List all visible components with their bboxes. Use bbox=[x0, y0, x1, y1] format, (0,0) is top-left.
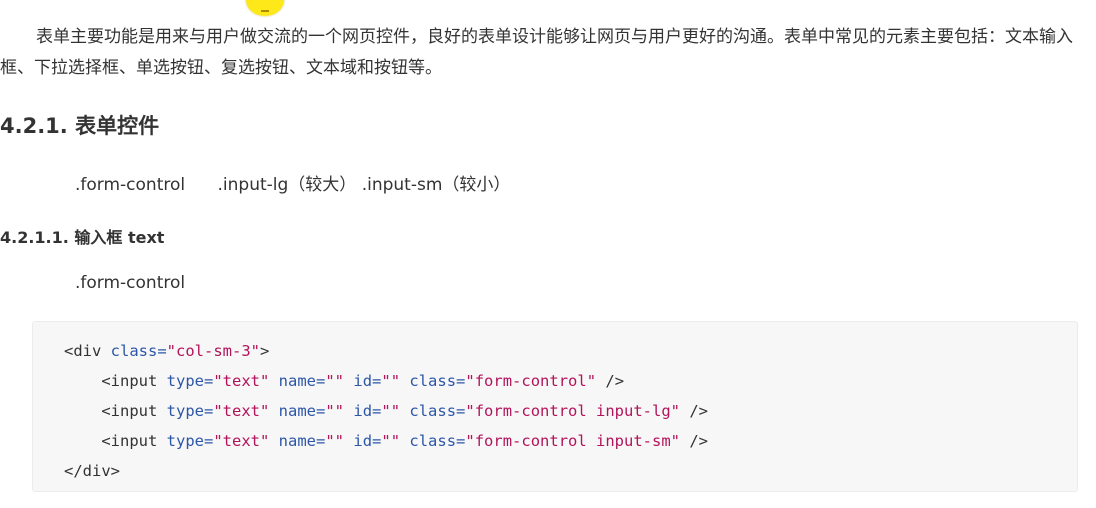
code-token-tag: </div> bbox=[64, 462, 120, 480]
code-token-tag bbox=[269, 372, 278, 390]
code-token-attr: id= bbox=[353, 372, 382, 390]
code-token-str: "text" bbox=[213, 432, 270, 450]
code-token-tag: <input bbox=[64, 372, 167, 390]
code-content: <div class="col-sm-3"> <input type="text… bbox=[64, 336, 708, 486]
code-token-str: "" bbox=[325, 402, 345, 420]
code-token-str: "" bbox=[325, 372, 345, 390]
intro-paragraph: 表单主要功能是用来与用户做交流的一个网页控件，良好的表单设计能够让网页与用户更好… bbox=[0, 27, 1073, 78]
code-token-str: "form-control input-sm" bbox=[465, 432, 681, 450]
code-token-tag: <input bbox=[64, 402, 167, 420]
code-token-str: "text" bbox=[213, 372, 270, 390]
code-token-attr: name= bbox=[278, 432, 326, 450]
code-token-tag bbox=[344, 402, 353, 420]
code-line: <input type="text" name="" id="" class="… bbox=[64, 396, 708, 426]
code-token-attr: type= bbox=[166, 432, 214, 450]
cursor-highlight-icon bbox=[246, 0, 284, 16]
code-token-tag bbox=[344, 432, 353, 450]
code-line: <input type="text" name="" id="" class="… bbox=[64, 426, 708, 456]
code-token-tag bbox=[400, 432, 409, 450]
code-token-tag: <div bbox=[64, 342, 111, 360]
code-token-str: "" bbox=[381, 402, 401, 420]
code-token-attr: class= bbox=[409, 372, 466, 390]
code-token-str: "col-sm-3" bbox=[166, 342, 260, 360]
code-token-tag: <input bbox=[64, 432, 167, 450]
section-classes-text: .form-control .input-lg（较大） .input-sm（较小… bbox=[75, 175, 511, 195]
code-token-attr: class= bbox=[409, 402, 466, 420]
code-token-tag: > bbox=[260, 342, 270, 360]
code-token-tag bbox=[344, 372, 353, 390]
subsection-class-text: .form-control bbox=[75, 273, 186, 293]
code-token-str: "" bbox=[325, 432, 345, 450]
code-token-tag: /> bbox=[680, 402, 709, 420]
code-token-str: "" bbox=[381, 432, 401, 450]
section-heading: 4.2.1. 表单控件 bbox=[0, 114, 160, 138]
subsection-heading: 4.2.1.1. 输入框 text bbox=[0, 228, 165, 247]
code-line: </div> bbox=[64, 456, 708, 486]
code-token-str: "form-control input-lg" bbox=[465, 402, 681, 420]
code-token-attr: type= bbox=[166, 402, 214, 420]
code-token-str: "" bbox=[381, 372, 401, 390]
code-token-tag: /> bbox=[680, 432, 709, 450]
code-token-str: "text" bbox=[213, 402, 270, 420]
code-line: <div class="col-sm-3"> bbox=[64, 336, 708, 366]
code-token-attr: id= bbox=[353, 432, 382, 450]
code-token-str: "form-control" bbox=[465, 372, 597, 390]
code-token-attr: id= bbox=[353, 402, 382, 420]
code-token-attr: name= bbox=[278, 402, 326, 420]
code-token-attr: name= bbox=[278, 372, 326, 390]
code-block: <div class="col-sm-3"> <input type="text… bbox=[32, 321, 1078, 492]
code-token-tag bbox=[400, 372, 409, 390]
code-line: <input type="text" name="" id="" class="… bbox=[64, 366, 708, 396]
code-token-tag: /> bbox=[596, 372, 625, 390]
code-token-tag bbox=[400, 402, 409, 420]
code-token-attr: type= bbox=[166, 372, 214, 390]
code-token-tag bbox=[269, 432, 278, 450]
code-token-attr: class= bbox=[110, 342, 167, 360]
code-token-attr: class= bbox=[409, 432, 466, 450]
code-token-tag bbox=[269, 402, 278, 420]
